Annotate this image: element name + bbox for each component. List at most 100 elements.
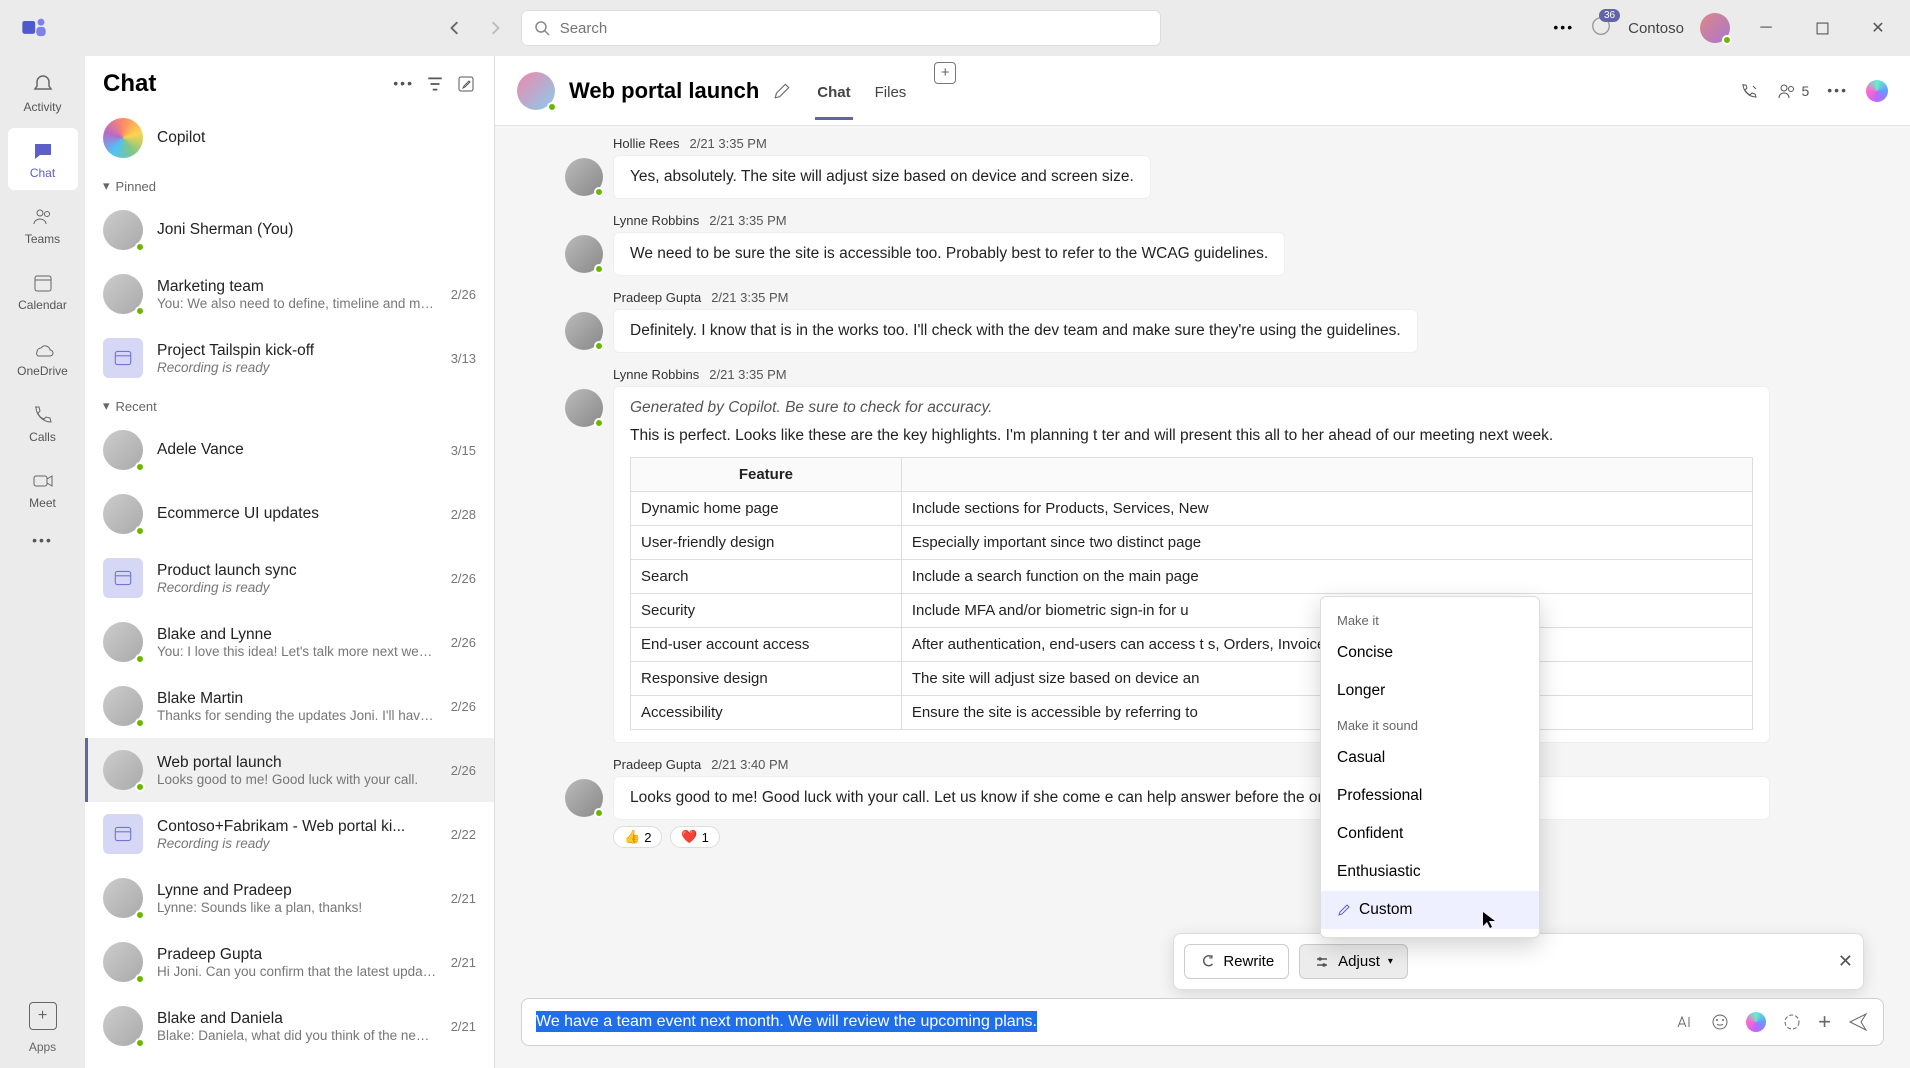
avatar — [565, 158, 603, 196]
more-menu-button[interactable] — [1553, 19, 1574, 37]
avatar — [103, 878, 143, 918]
chat-preview: Recording is ready — [157, 836, 437, 851]
copilot-icon — [103, 118, 143, 158]
nav-forward-button[interactable] — [481, 14, 509, 42]
people-button[interactable]: 5 — [1777, 81, 1809, 101]
rail-activity[interactable]: Activity — [8, 62, 78, 124]
avatar — [103, 686, 143, 726]
window-maximize-button[interactable] — [1802, 14, 1842, 42]
rewrite-button[interactable]: Rewrite — [1184, 944, 1289, 979]
chat-header: Web portal launch Chat Files + 5 — [495, 56, 1910, 126]
adjust-option-custom[interactable]: Custom — [1321, 891, 1539, 929]
compose-box[interactable]: We have a team event next month. We will… — [521, 998, 1884, 1046]
sidebar-section-recent[interactable]: ▾Recent — [85, 390, 494, 418]
chat-item-title: Joni Sherman (You) — [157, 221, 462, 239]
search-box[interactable] — [521, 10, 1161, 46]
app-rail: Activity Chat Teams Calendar OneDrive Ca… — [0, 56, 85, 1068]
nav-back-button[interactable] — [441, 14, 469, 42]
chat-list-item[interactable]: Blake MartinThanks for sending the updat… — [85, 674, 494, 738]
search-input[interactable] — [560, 20, 1148, 37]
loop-button[interactable] — [1782, 1012, 1802, 1032]
rail-teams[interactable]: Teams — [8, 194, 78, 256]
copilot-close-button[interactable]: ✕ — [1838, 951, 1853, 972]
chat-list-item[interactable]: Web portal launchLooks good to me! Good … — [85, 738, 494, 802]
chat-item-date: 3/15 — [451, 443, 476, 458]
sidebar-section-pinned[interactable]: ▾Pinned — [85, 170, 494, 198]
chat-preview: Thanks for sending the updates Joni. I'l… — [157, 708, 437, 723]
avatar — [103, 274, 143, 314]
avatar — [103, 210, 143, 250]
chat-item-title: Product launch sync — [157, 562, 437, 580]
chat-more-button[interactable] — [1827, 82, 1848, 100]
chat-preview: You: I love this idea! Let's talk more n… — [157, 644, 437, 659]
adjust-option-professional[interactable]: Professional — [1321, 777, 1539, 815]
avatar — [565, 235, 603, 273]
rail-apps-button[interactable]: + — [29, 1002, 57, 1030]
menu-label-make-sound: Make it sound — [1321, 710, 1539, 739]
rail-calendar[interactable]: Calendar — [8, 260, 78, 322]
new-chat-button[interactable] — [456, 74, 476, 94]
adjust-option-concise[interactable]: Concise — [1321, 634, 1539, 672]
compose-add-button[interactable]: + — [1818, 1009, 1831, 1035]
user-avatar[interactable] — [1700, 13, 1730, 43]
send-button[interactable] — [1847, 1011, 1869, 1033]
rail-calls[interactable]: Calls — [8, 392, 78, 454]
adjust-option-confident[interactable]: Confident — [1321, 815, 1539, 853]
chat-list-item[interactable]: Contoso+Fabrikam - Web portal ki...Recor… — [85, 802, 494, 866]
chat-list-item[interactable]: Blake and LynneYou: I love this idea! Le… — [85, 610, 494, 674]
chat-item-title: Blake and Lynne — [157, 626, 437, 644]
tab-files[interactable]: Files — [873, 62, 909, 120]
chat-sidebar: Chat Copilot ▾Pinned Joni Sherman (You) M… — [85, 56, 495, 1068]
message-text: This is perfect. Looks like these are th… — [630, 427, 1753, 445]
rail-onedrive[interactable]: OneDrive — [8, 326, 78, 388]
reaction[interactable]: ❤️1 — [670, 826, 719, 848]
emoji-button[interactable] — [1710, 1012, 1730, 1032]
avatar — [565, 779, 603, 817]
window-close-button[interactable]: ✕ — [1858, 14, 1898, 42]
avatar — [103, 494, 143, 534]
adjust-option-longer[interactable]: Longer — [1321, 672, 1539, 710]
chat-list-item[interactable]: Pradeep GuptaHi Joni. Can you confirm th… — [85, 930, 494, 994]
add-tab-button[interactable]: + — [934, 62, 956, 84]
rail-chat[interactable]: Chat — [8, 128, 78, 190]
copilot-button[interactable] — [1866, 80, 1888, 102]
adjust-option-casual[interactable]: Casual — [1321, 739, 1539, 777]
adjust-menu: Make it Concise Longer Make it sound Cas… — [1320, 596, 1540, 938]
call-button[interactable] — [1739, 81, 1759, 101]
window-minimize-button[interactable]: ─ — [1746, 14, 1786, 42]
copilot-compose-bar: Rewrite Adjust▾ ✕ — [1173, 933, 1864, 990]
chat-preview: Recording is ready — [157, 580, 437, 595]
chat-item-date: 2/26 — [451, 699, 476, 714]
rail-apps-label: Apps — [29, 1040, 56, 1054]
sidebar-more-button[interactable] — [393, 75, 414, 93]
chat-list-item[interactable]: Product launch syncRecording is ready2/2… — [85, 546, 494, 610]
notifications-button[interactable]: 36 — [1590, 15, 1612, 42]
edit-name-button[interactable] — [773, 82, 791, 100]
adjust-option-enthusiastic[interactable]: Enthusiastic — [1321, 853, 1539, 891]
chat-list-item[interactable]: Adele Vance3/15 — [85, 418, 494, 482]
chat-list-item[interactable]: Marketing teamYou: We also need to defin… — [85, 262, 494, 326]
sidebar-copilot[interactable]: Copilot — [85, 106, 494, 170]
reaction[interactable]: 👍2 — [613, 826, 662, 848]
sidebar-title: Chat — [103, 70, 381, 98]
chat-item-date: 2/21 — [451, 891, 476, 906]
compose-copilot-button[interactable] — [1746, 1012, 1766, 1032]
notification-count: 36 — [1599, 9, 1620, 22]
avatar — [103, 1006, 143, 1046]
chat-list-item[interactable]: Project Tailspin kick-offRecording is re… — [85, 326, 494, 390]
chat-list-item[interactable]: Ecommerce UI updates2/28 — [85, 482, 494, 546]
rail-meet[interactable]: Meet — [8, 458, 78, 520]
chat-list-item[interactable]: Lynne and PradeepLynne: Sounds like a pl… — [85, 866, 494, 930]
chat-list-item[interactable]: Joni Sherman (You) — [85, 198, 494, 262]
adjust-button[interactable]: Adjust▾ — [1299, 944, 1408, 979]
tab-chat[interactable]: Chat — [815, 62, 852, 120]
chat-list-item[interactable]: Blake and DanielaBlake: Daniela, what di… — [85, 994, 494, 1058]
filter-icon[interactable] — [426, 75, 444, 93]
chat-area: Web portal launch Chat Files + 5 Hollie … — [495, 56, 1910, 1068]
compose-text[interactable]: We have a team event next month. We will… — [536, 1013, 1674, 1031]
chat-item-title: Blake and Daniela — [157, 1010, 437, 1028]
chat-item-date: 2/28 — [451, 507, 476, 522]
chat-item-date: 2/21 — [451, 955, 476, 970]
rail-more-button[interactable] — [32, 528, 53, 551]
format-button[interactable] — [1674, 1012, 1694, 1032]
